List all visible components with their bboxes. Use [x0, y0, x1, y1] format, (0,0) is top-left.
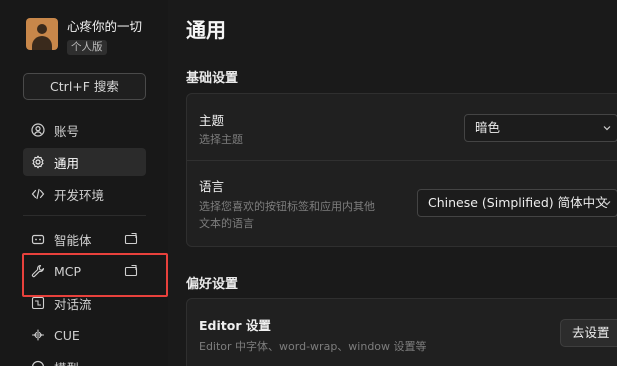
- avatar: [26, 18, 58, 50]
- search-button[interactable]: Ctrl+F 搜索: [23, 73, 146, 100]
- sidebar: 心疼你的一切 个人版 Ctrl+F 搜索 账号 通用 开发环境 智能体 MCP …: [0, 0, 168, 366]
- flow-icon: [31, 296, 45, 310]
- go-to-settings-button[interactable]: 去设置: [560, 319, 617, 347]
- theme-select-value: 暗色: [475, 120, 501, 135]
- section-title-basic: 基础设置: [186, 71, 239, 86]
- sidebar-item-label: 对话流: [54, 296, 92, 312]
- pin-icon[interactable]: [124, 232, 138, 246]
- chevron-down-icon: [603, 201, 611, 206]
- sidebar-divider: [23, 215, 146, 216]
- sidebar-item-flows[interactable]: 对话流: [23, 289, 146, 317]
- editor-settings-description: Editor 中字体、word-wrap、window 设置等: [199, 340, 427, 353]
- user-profile[interactable]: 心疼你的一切 个人版: [26, 18, 142, 55]
- gear-icon: [31, 155, 45, 169]
- section-title-prefs: 偏好设置: [186, 277, 239, 292]
- code-icon: [31, 187, 45, 201]
- sidebar-item-label: 账号: [54, 123, 80, 139]
- sidebar-item-general[interactable]: 通用: [23, 148, 146, 176]
- sidebar-item-agents[interactable]: 智能体: [23, 225, 146, 253]
- chevron-down-icon: [603, 126, 611, 131]
- sidebar-item-label: 模型: [54, 358, 79, 366]
- page-title: 通用: [186, 18, 226, 42]
- sidebar-item-label: 开发环境: [54, 187, 105, 203]
- person-icon: [31, 123, 45, 137]
- language-description-line2: 文本的语言: [199, 217, 254, 230]
- model-icon: [31, 360, 45, 366]
- sidebar-item-devenv[interactable]: 开发环境: [23, 180, 146, 208]
- basic-settings-card: 主题 选择主题 暗色 语言 选择您喜欢的按钮标签和应用内其他 文本的语言 Chi…: [186, 93, 617, 247]
- language-description-line1: 选择您喜欢的按钮标签和应用内其他: [199, 200, 375, 213]
- sidebar-item-label: 智能体: [54, 232, 92, 248]
- language-select[interactable]: Chinese (Simplified) 简体中文: [417, 189, 617, 217]
- cue-icon: [31, 328, 45, 342]
- main-content: 通用 基础设置 主题 选择主题 暗色 语言 选择您喜欢的按钮标签和应用内其他 文…: [168, 0, 617, 366]
- sidebar-item-models[interactable]: 模型: [23, 353, 146, 366]
- theme-description: 选择主题: [199, 133, 243, 146]
- preferences-card: Editor 设置 Editor 中字体、word-wrap、window 设置…: [186, 298, 617, 366]
- language-select-value: Chinese (Simplified) 简体中文: [428, 195, 608, 210]
- sidebar-item-cue[interactable]: CUE: [23, 321, 146, 349]
- sidebar-item-label: 通用: [54, 155, 80, 171]
- editor-settings-label: Editor 设置: [199, 318, 271, 333]
- theme-select[interactable]: 暗色: [464, 114, 617, 142]
- row-divider: [187, 160, 617, 161]
- theme-label: 主题: [199, 113, 225, 128]
- language-label: 语言: [199, 179, 225, 194]
- robot-icon: [31, 232, 45, 246]
- sidebar-item-label: CUE: [54, 327, 80, 343]
- sidebar-item-account[interactable]: 账号: [23, 116, 146, 144]
- plan-badge: 个人版: [67, 40, 107, 55]
- user-name: 心疼你的一切: [67, 19, 143, 34]
